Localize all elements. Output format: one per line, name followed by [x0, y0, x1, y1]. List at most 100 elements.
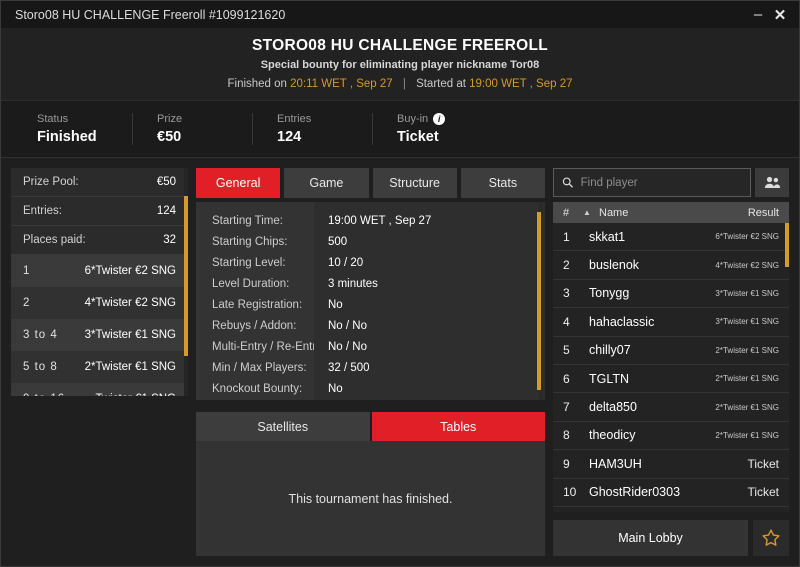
prize-value: €50: [157, 129, 228, 145]
info-label: Min / Max Players:: [196, 357, 314, 378]
players-column: # ▲ Name Result 1 skkat1 6*Twister €2 SN…: [553, 168, 789, 556]
tab-satellites[interactable]: Satellites: [196, 412, 370, 441]
info-value: 10 / 20: [314, 252, 545, 273]
close-button[interactable]: ✕: [769, 4, 791, 26]
status-value: Finished: [37, 129, 108, 145]
tournament-subtitle: Special bounty for eliminating player ni…: [1, 59, 799, 71]
player-name: hahaclassic: [589, 315, 715, 329]
player-result: 3*Twister €1 SNG: [715, 317, 779, 326]
table-row[interactable]: 2 buslenok 4*Twister €2 SNG: [553, 251, 789, 279]
info-scrollbar-thumb[interactable]: [537, 212, 541, 390]
column-header-result[interactable]: Result: [748, 207, 779, 219]
prize-summary-row: Entries: 124: [11, 197, 188, 226]
tab-general[interactable]: General: [196, 168, 280, 198]
table-row[interactable]: 10 GhostRider0303 Ticket: [553, 479, 789, 507]
info-label: Starting Time:: [196, 210, 314, 231]
player-rank: 3: [563, 286, 589, 300]
payout-row: 2 4*Twister €2 SNG: [11, 287, 188, 319]
table-row[interactable]: 1 skkat1 6*Twister €2 SNG: [553, 223, 789, 251]
players-filter-button[interactable]: [755, 168, 789, 197]
player-result: 2*Twister €1 SNG: [715, 431, 779, 440]
table-row[interactable]: 4 hahaclassic 3*Twister €1 SNG: [553, 308, 789, 336]
table-row[interactable]: 8 theodicy 2*Twister €1 SNG: [553, 422, 789, 450]
info-value: No: [314, 294, 545, 315]
info-label: Knockout Bounty:: [196, 378, 314, 399]
window-title: Storo08 HU CHALLENGE Freeroll #109912162…: [15, 8, 747, 22]
table-row[interactable]: 3 Tonygg 3*Twister €1 SNG: [553, 280, 789, 308]
tables-empty-message: This tournament has finished.: [289, 492, 453, 506]
search-input[interactable]: [581, 177, 742, 189]
tab-structure[interactable]: Structure: [373, 168, 457, 198]
sort-ascending-icon[interactable]: ▲: [583, 208, 599, 217]
payout-prize: 4*Twister €2 SNG: [85, 297, 176, 309]
info-value: No / No: [314, 315, 545, 336]
places-paid-value: 32: [163, 234, 176, 246]
prize-summary-row: Prize Pool: €50: [11, 168, 188, 197]
status-item-prize: Prize €50: [157, 113, 253, 145]
payout-row: 9 to 16 Twister €1 SNG: [11, 383, 188, 396]
payout-place: 3 to 4: [23, 329, 58, 341]
info-value: 3 minutes: [314, 273, 545, 294]
places-paid-label: Places paid:: [23, 234, 86, 246]
column-header-name[interactable]: Name: [599, 207, 748, 219]
general-info-panel: Starting Time: Starting Chips: Starting …: [196, 202, 545, 400]
detail-tabs: General Game Structure Stats: [196, 168, 545, 198]
player-rank: 2: [563, 258, 589, 272]
buyin-label: Buy-in: [397, 113, 428, 125]
player-list-scrollbar-thumb[interactable]: [785, 223, 789, 267]
player-name: buslenok: [589, 258, 715, 272]
column-header-number[interactable]: #: [563, 207, 583, 219]
info-icon[interactable]: i: [433, 113, 445, 125]
buyin-label-wrap: Buy-in i: [397, 113, 469, 125]
finished-value: 20:11 WET , Sep 27: [290, 78, 393, 90]
info-value: No / No: [314, 336, 545, 357]
table-row[interactable]: 6 TGLTN 2*Twister €1 SNG: [553, 365, 789, 393]
titlebar: Storo08 HU CHALLENGE Freeroll #109912162…: [1, 1, 799, 28]
started-label: Started at: [416, 78, 466, 90]
favorite-button[interactable]: [753, 520, 789, 556]
table-row[interactable]: 9 HAM3UH Ticket: [553, 450, 789, 478]
payout-place: 1: [23, 265, 30, 277]
player-name: delta850: [589, 400, 715, 414]
payout-prize: 2*Twister €1 SNG: [85, 361, 176, 373]
player-search-row: [553, 168, 789, 197]
main-lobby-button[interactable]: Main Lobby: [553, 520, 748, 556]
tab-tables[interactable]: Tables: [372, 412, 546, 441]
lobby-body: Prize Pool: €50 Entries: 124 Places paid…: [1, 158, 799, 566]
payout-row: 5 to 8 2*Twister €1 SNG: [11, 351, 188, 383]
prize-pool-column: Prize Pool: €50 Entries: 124 Places paid…: [11, 168, 188, 556]
info-label: Starting Level:: [196, 252, 314, 273]
payout-row: 1 6*Twister €2 SNG: [11, 255, 188, 287]
player-name: theodicy: [589, 428, 715, 442]
table-row[interactable]: 7 delta850 2*Twister €1 SNG: [553, 393, 789, 421]
tab-stats[interactable]: Stats: [461, 168, 545, 198]
status-label: Status: [37, 113, 108, 125]
lower-tabs: Satellites Tables: [196, 412, 545, 441]
prize-label: Prize: [157, 113, 228, 125]
tournament-times: Finished on 20:11 WET , Sep 27 | Started…: [1, 78, 799, 90]
player-rank: 1: [563, 230, 589, 244]
player-name: skkat1: [589, 230, 715, 244]
info-label: Starting Chips:: [196, 231, 314, 252]
info-scrollbar-track[interactable]: [539, 202, 543, 400]
finished-label: Finished on: [227, 78, 286, 90]
prize-entries-label: Entries:: [23, 205, 62, 217]
player-name: chilly07: [589, 343, 715, 357]
buyin-value: Ticket: [397, 129, 469, 145]
player-result: 6*Twister €2 SNG: [715, 232, 779, 241]
info-value: 32 / 500: [314, 357, 545, 378]
player-result: 2*Twister €1 SNG: [715, 346, 779, 355]
minimize-button[interactable]: –: [747, 4, 769, 26]
player-search-box[interactable]: [553, 168, 751, 197]
table-row[interactable]: 5 chilly07 2*Twister €1 SNG: [553, 337, 789, 365]
prize-scrollbar-thumb[interactable]: [184, 196, 188, 356]
prize-scrollbar-track[interactable]: [184, 168, 188, 396]
player-rank: 5: [563, 343, 589, 357]
tournament-title: STORO08 HU CHALLENGE FREEROLL: [1, 37, 799, 55]
info-value: 19:00 WET , Sep 27: [314, 210, 545, 231]
player-result: 4*Twister €2 SNG: [715, 261, 779, 270]
players-footer: Main Lobby: [553, 520, 789, 556]
player-list: 1 skkat1 6*Twister €2 SNG 2 buslenok 4*T…: [553, 223, 789, 512]
payout-place: 2: [23, 297, 30, 309]
tab-game[interactable]: Game: [284, 168, 368, 198]
